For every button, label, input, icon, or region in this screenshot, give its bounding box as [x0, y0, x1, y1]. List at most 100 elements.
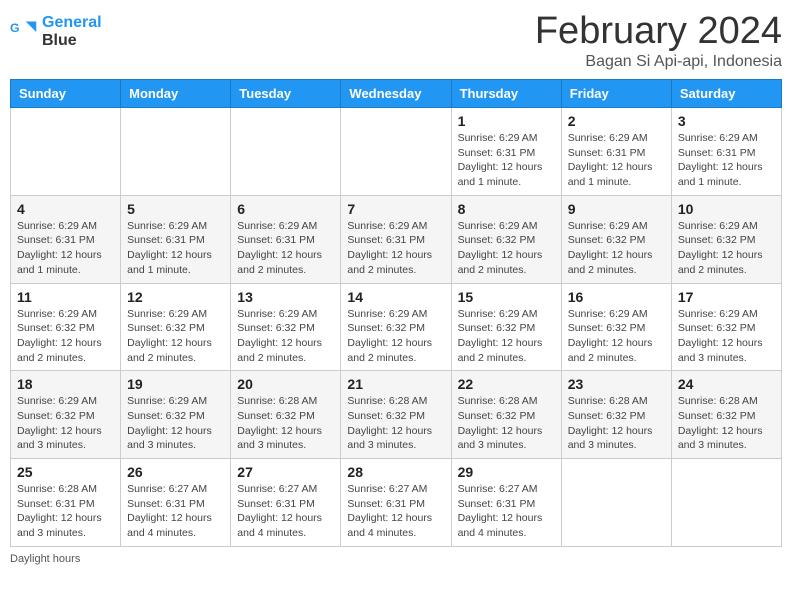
day-info: Sunrise: 6:29 AM Sunset: 6:32 PM Dayligh…: [678, 307, 775, 366]
day-info: Sunrise: 6:29 AM Sunset: 6:32 PM Dayligh…: [127, 394, 224, 453]
day-number: 23: [568, 376, 665, 392]
week-row-4: 18 Sunrise: 6:29 AM Sunset: 6:32 PM Dayli…: [11, 371, 782, 459]
calendar-cell: [561, 459, 671, 547]
day-info: Sunrise: 6:28 AM Sunset: 6:32 PM Dayligh…: [678, 394, 775, 453]
calendar-cell: 19Sunrise: 6:29 AM Sunset: 6:32 PM Dayli…: [121, 371, 231, 459]
day-number: 20: [237, 376, 334, 392]
week-row-1: 1 Sunrise: 6:29 AM Sunset: 6:31 PM Daylig…: [11, 108, 782, 196]
day-info: Sunrise: 6:27 AM Sunset: 6:31 PM Dayligh…: [458, 482, 555, 541]
day-info: Sunrise: 6:29 AM Sunset: 6:32 PM Dayligh…: [568, 219, 665, 278]
day-info: Sunrise: 6:28 AM Sunset: 6:32 PM Dayligh…: [237, 394, 334, 453]
calendar-cell: 5Sunrise: 6:29 AM Sunset: 6:31 PM Daylig…: [121, 195, 231, 283]
day-number: 7: [347, 201, 444, 217]
day-number: 8: [458, 201, 555, 217]
week-row-2: 4 Sunrise: 6:29 AM Sunset: 6:31 PM Daylig…: [11, 195, 782, 283]
day-info: Sunrise: 6:28 AM Sunset: 6:32 PM Dayligh…: [347, 394, 444, 453]
day-info: Sunrise: 6:29 AM Sunset: 6:32 PM Dayligh…: [17, 394, 114, 453]
calendar-cell: 17 Sunrise: 6:29 AM Sunset: 6:32 PM Dayli…: [671, 283, 781, 371]
calendar-cell: 25 Sunrise: 6:28 AM Sunset: 6:31 PM Dayli…: [11, 459, 121, 547]
day-info: Sunrise: 6:29 AM Sunset: 6:32 PM Dayligh…: [568, 307, 665, 366]
day-number: 14: [347, 289, 444, 305]
col-header-wednesday: Wednesday: [341, 80, 451, 108]
col-header-sunday: Sunday: [11, 80, 121, 108]
title-area: February 2024 Bagan Si Api-api, Indonesi…: [535, 10, 782, 71]
day-number: 9: [568, 201, 665, 217]
calendar-cell: 6Sunrise: 6:29 AM Sunset: 6:31 PM Daylig…: [231, 195, 341, 283]
day-info: Sunrise: 6:29 AM Sunset: 6:32 PM Dayligh…: [17, 307, 114, 366]
day-info: Sunrise: 6:28 AM Sunset: 6:31 PM Dayligh…: [17, 482, 114, 541]
day-info: Sunrise: 6:29 AM Sunset: 6:32 PM Dayligh…: [458, 219, 555, 278]
day-number: 13: [237, 289, 334, 305]
day-number: 5: [127, 201, 224, 217]
location-title: Bagan Si Api-api, Indonesia: [535, 53, 782, 71]
day-number: 21: [347, 376, 444, 392]
day-info: Sunrise: 6:28 AM Sunset: 6:32 PM Dayligh…: [568, 394, 665, 453]
day-number: 3: [678, 113, 775, 129]
calendar-header: SundayMondayTuesdayWednesdayThursdayFrid…: [11, 80, 782, 108]
day-number: 11: [17, 289, 114, 305]
day-number: 26: [127, 464, 224, 480]
calendar-cell: 14 Sunrise: 6:29 AM Sunset: 6:32 PM Dayli…: [341, 283, 451, 371]
day-info: Sunrise: 6:29 AM Sunset: 6:32 PM Dayligh…: [347, 307, 444, 366]
day-number: 10: [678, 201, 775, 217]
calendar-cell: [231, 108, 341, 196]
calendar-cell: 10 Sunrise: 6:29 AM Sunset: 6:32 PM Dayli…: [671, 195, 781, 283]
calendar-cell: 3Sunrise: 6:29 AM Sunset: 6:31 PM Daylig…: [671, 108, 781, 196]
day-number: 29: [458, 464, 555, 480]
logo-line2: Blue: [42, 32, 102, 50]
calendar-cell: 9 Sunrise: 6:29 AM Sunset: 6:32 PM Daylig…: [561, 195, 671, 283]
week-row-5: 25 Sunrise: 6:28 AM Sunset: 6:31 PM Dayli…: [11, 459, 782, 547]
day-info: Sunrise: 6:29 AM Sunset: 6:32 PM Dayligh…: [127, 307, 224, 366]
footer-note: Daylight hours: [10, 553, 782, 565]
col-header-friday: Friday: [561, 80, 671, 108]
day-number: 22: [458, 376, 555, 392]
calendar-cell: [121, 108, 231, 196]
day-info: Sunrise: 6:29 AM Sunset: 6:31 PM Dayligh…: [17, 219, 114, 278]
calendar-cell: 13 Sunrise: 6:29 AM Sunset: 6:32 PM Dayli…: [231, 283, 341, 371]
day-info: Sunrise: 6:27 AM Sunset: 6:31 PM Dayligh…: [127, 482, 224, 541]
calendar-table: SundayMondayTuesdayWednesdayThursdayFrid…: [10, 79, 782, 547]
page-header: G General Blue February 2024 Bagan Si Ap…: [10, 10, 782, 71]
day-number: 2: [568, 113, 665, 129]
day-number: 17: [678, 289, 775, 305]
calendar-cell: 16 Sunrise: 6:29 AM Sunset: 6:32 PM Dayli…: [561, 283, 671, 371]
calendar-cell: 21 Sunrise: 6:28 AM Sunset: 6:32 PM Dayli…: [341, 371, 451, 459]
month-title: February 2024: [535, 10, 782, 53]
calendar-cell: 2Sunrise: 6:29 AM Sunset: 6:31 PM Daylig…: [561, 108, 671, 196]
calendar-cell: [11, 108, 121, 196]
day-number: 27: [237, 464, 334, 480]
day-number: 18: [17, 376, 114, 392]
calendar-cell: 27Sunrise: 6:27 AM Sunset: 6:31 PM Dayli…: [231, 459, 341, 547]
calendar-cell: 15Sunrise: 6:29 AM Sunset: 6:32 PM Dayli…: [451, 283, 561, 371]
calendar-cell: 20 Sunrise: 6:28 AM Sunset: 6:32 PM Dayli…: [231, 371, 341, 459]
calendar-cell: [671, 459, 781, 547]
logo-icon: G: [10, 18, 38, 46]
day-info: Sunrise: 6:29 AM Sunset: 6:32 PM Dayligh…: [678, 219, 775, 278]
day-info: Sunrise: 6:29 AM Sunset: 6:32 PM Dayligh…: [458, 307, 555, 366]
svg-text:G: G: [10, 21, 20, 35]
col-header-thursday: Thursday: [451, 80, 561, 108]
day-number: 16: [568, 289, 665, 305]
day-info: Sunrise: 6:29 AM Sunset: 6:32 PM Dayligh…: [237, 307, 334, 366]
day-info: Sunrise: 6:29 AM Sunset: 6:31 PM Dayligh…: [347, 219, 444, 278]
day-info: Sunrise: 6:29 AM Sunset: 6:31 PM Dayligh…: [237, 219, 334, 278]
day-number: 24: [678, 376, 775, 392]
calendar-cell: 7 Sunrise: 6:29 AM Sunset: 6:31 PM Daylig…: [341, 195, 451, 283]
calendar-cell: 23 Sunrise: 6:28 AM Sunset: 6:32 PM Dayli…: [561, 371, 671, 459]
calendar-cell: 29 Sunrise: 6:27 AM Sunset: 6:31 PM Dayli…: [451, 459, 561, 547]
day-number: 4: [17, 201, 114, 217]
day-number: 12: [127, 289, 224, 305]
day-number: 28: [347, 464, 444, 480]
day-number: 25: [17, 464, 114, 480]
col-header-saturday: Saturday: [671, 80, 781, 108]
day-info: Sunrise: 6:29 AM Sunset: 6:31 PM Dayligh…: [458, 131, 555, 190]
week-row-3: 11 Sunrise: 6:29 AM Sunset: 6:32 PM Dayli…: [11, 283, 782, 371]
col-header-tuesday: Tuesday: [231, 80, 341, 108]
calendar-cell: 28Sunrise: 6:27 AM Sunset: 6:31 PM Dayli…: [341, 459, 451, 547]
calendar-cell: 8 Sunrise: 6:29 AM Sunset: 6:32 PM Daylig…: [451, 195, 561, 283]
logo-line1: General: [42, 14, 102, 31]
calendar-cell: 18 Sunrise: 6:29 AM Sunset: 6:32 PM Dayli…: [11, 371, 121, 459]
calendar-cell: 1 Sunrise: 6:29 AM Sunset: 6:31 PM Daylig…: [451, 108, 561, 196]
calendar-cell: 12 Sunrise: 6:29 AM Sunset: 6:32 PM Dayli…: [121, 283, 231, 371]
day-number: 1: [458, 113, 555, 129]
